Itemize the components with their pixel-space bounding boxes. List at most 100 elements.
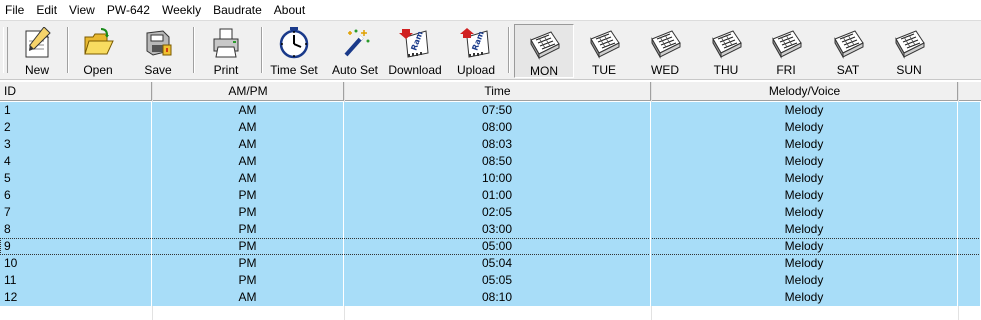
save-label: Save: [144, 63, 172, 77]
cell-melody-voice: Melody: [651, 187, 958, 204]
cell-filler: [958, 187, 981, 204]
day-button-mon[interactable]: MON: [514, 24, 574, 78]
cell-melody-voice: Melody: [651, 272, 958, 289]
print-button[interactable]: Print: [201, 24, 251, 78]
cell-melody-voice: Melody: [651, 289, 958, 306]
menu-edit[interactable]: Edit: [30, 0, 63, 20]
auto-set-label: Auto Set: [331, 63, 379, 77]
upload-label: Upload: [456, 63, 496, 77]
cell-time: 01:00: [344, 187, 651, 204]
cell-filler: [958, 255, 981, 272]
cell-time: 10:00: [344, 170, 651, 187]
cell-id: 6: [0, 187, 152, 204]
time-set-button[interactable]: Time Set: [266, 24, 322, 78]
print-label: Print: [213, 63, 239, 77]
menu-file[interactable]: File: [0, 0, 30, 20]
save-button[interactable]: Save: [133, 24, 183, 78]
open-button[interactable]: Open: [73, 24, 123, 78]
calendar-tue-icon: [587, 27, 621, 59]
cell-ampm: AM: [152, 102, 344, 119]
cell-melody-voice: Melody: [651, 238, 958, 255]
cell-ampm: PM: [152, 221, 344, 238]
table-row[interactable]: 1 AM 07:50 Melody: [0, 102, 981, 119]
cell-filler: [958, 238, 981, 255]
table-row[interactable]: 10 PM 05:04 Melody: [0, 255, 981, 272]
cell-melody-voice: Melody: [651, 153, 958, 170]
toolbar-grip[interactable]: [3, 27, 8, 73]
schedule-table[interactable]: ID AM/PM Time Melody/Voice 1 AM 07:50 Melod…: [0, 82, 981, 320]
table-row[interactable]: 6 PM 01:00 Melody: [0, 187, 981, 204]
column-header-id[interactable]: ID: [0, 82, 152, 100]
new-button[interactable]: New: [12, 24, 62, 78]
toolbar-separator: [193, 27, 195, 73]
menu-weekly[interactable]: Weekly: [156, 0, 207, 20]
cell-ampm: PM: [152, 204, 344, 221]
cell-id: 2: [0, 119, 152, 136]
column-header-filler: [958, 82, 981, 100]
calendar-sat-icon: [831, 27, 865, 59]
day-label-thu: THU: [713, 63, 739, 77]
cell-id: 7: [0, 204, 152, 221]
cell-time: 05:00: [344, 238, 651, 255]
open-label: Open: [83, 63, 113, 77]
table-row[interactable]: 7 PM 02:05 Melody: [0, 204, 981, 221]
table-row[interactable]: 8 PM 03:00 Melody: [0, 221, 981, 238]
cell-filler: [958, 272, 981, 289]
table-row[interactable]: 9 PM 05:00 Melody: [0, 238, 981, 255]
upload-ram-icon: Ram: [459, 27, 493, 59]
column-header-ampm[interactable]: AM/PM: [152, 82, 344, 100]
cell-time: 08:00: [344, 119, 651, 136]
day-button-wed[interactable]: WED: [638, 24, 692, 78]
cell-ampm: AM: [152, 170, 344, 187]
cell-ampm: AM: [152, 289, 344, 306]
download-button[interactable]: Ram Download: [386, 24, 444, 78]
cell-melody-voice: Melody: [651, 204, 958, 221]
cell-ampm: PM: [152, 238, 344, 255]
menu-view[interactable]: View: [63, 0, 101, 20]
cell-melody-voice: Melody: [651, 102, 958, 119]
day-button-thu[interactable]: THU: [699, 24, 753, 78]
day-label-mon: MON: [530, 64, 558, 78]
upload-button[interactable]: Ram Upload: [450, 24, 502, 78]
cell-filler: [958, 136, 981, 153]
day-label-wed: WED: [651, 63, 679, 77]
column-header-melody-voice[interactable]: Melody/Voice: [651, 82, 958, 100]
menu-baudrate[interactable]: Baudrate: [207, 0, 268, 20]
day-button-sun[interactable]: SUN: [882, 24, 936, 78]
table-row[interactable]: 5 AM 10:00 Melody: [0, 170, 981, 187]
cell-ampm: PM: [152, 255, 344, 272]
cell-time: 08:50: [344, 153, 651, 170]
table-row[interactable]: 12 AM 08:10 Melody: [0, 289, 981, 306]
menu-bar: File Edit View PW-642 Weekly Baudrate Ab…: [0, 0, 981, 20]
menu-about[interactable]: About: [268, 0, 311, 20]
table-row[interactable]: 3 AM 08:03 Melody: [0, 136, 981, 153]
new-label: New: [24, 63, 49, 77]
cell-ampm: PM: [152, 187, 344, 204]
menu-pw-642[interactable]: PW-642: [101, 0, 156, 20]
table-row[interactable]: 11 PM 05:05 Melody: [0, 272, 981, 289]
cell-melody-voice: Melody: [651, 136, 958, 153]
save-icon: [141, 27, 175, 59]
auto-set-button[interactable]: Auto Set: [328, 24, 382, 78]
day-button-tue[interactable]: TUE: [577, 24, 631, 78]
cell-ampm: AM: [152, 136, 344, 153]
table-row[interactable]: 2 AM 08:00 Melody: [0, 119, 981, 136]
cell-melody-voice: Melody: [651, 221, 958, 238]
day-button-sat[interactable]: SAT: [821, 24, 875, 78]
download-label: Download: [388, 63, 442, 77]
magic-wand-icon: [338, 27, 372, 59]
cell-id: 5: [0, 170, 152, 187]
table-header: ID AM/PM Time Melody/Voice: [0, 82, 981, 101]
column-header-time[interactable]: Time: [344, 82, 651, 100]
cell-filler: [958, 170, 981, 187]
calendar-mon-icon: [527, 28, 561, 60]
calendar-wed-icon: [648, 27, 682, 59]
day-button-fri[interactable]: FRI: [759, 24, 813, 78]
cell-filler: [958, 221, 981, 238]
table-row[interactable]: 4 AM 08:50 Melody: [0, 153, 981, 170]
time-set-label: Time Set: [270, 63, 318, 77]
cell-time: 08:10: [344, 289, 651, 306]
cell-filler: [958, 204, 981, 221]
toolbar-separator: [261, 27, 263, 73]
table-body: 1 AM 07:50 Melody 2 AM 08:00 Melody 3 AM 08:03 Melo…: [0, 102, 981, 306]
